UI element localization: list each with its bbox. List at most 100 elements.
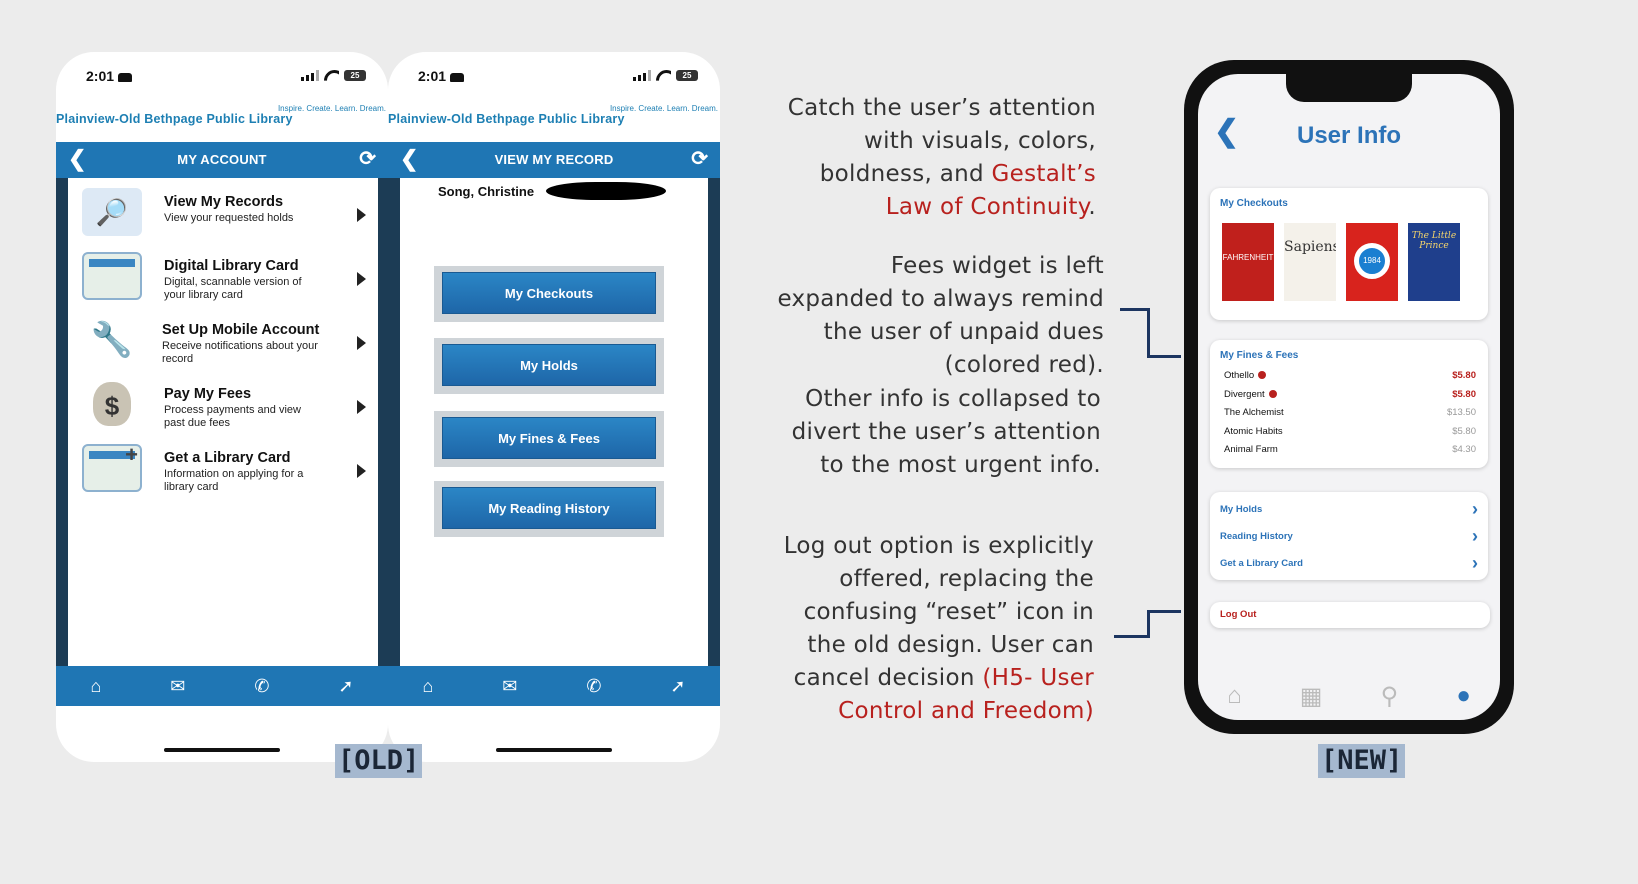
add-card-icon: + xyxy=(82,442,142,492)
checkouts-title: My Checkouts xyxy=(1220,198,1288,209)
cursor-icon[interactable]: ➚ xyxy=(670,676,685,697)
home-icon[interactable]: ⌂ xyxy=(90,676,101,697)
page-title: VIEW MY RECORD xyxy=(494,152,614,167)
logout-label: Log Out xyxy=(1220,609,1257,620)
menu-item-view-records[interactable]: 🔎 View My Records View your requested hol… xyxy=(68,188,378,252)
fines-title: My Fines & Fees xyxy=(1220,350,1299,361)
old-label: [OLD] xyxy=(335,744,423,778)
menu-item-subtitle: Receive notifications about your record xyxy=(162,340,318,365)
fine-row[interactable]: The Alchemist $13.50 xyxy=(1210,404,1488,423)
patron-name: Song, Christine xyxy=(438,184,535,199)
calendar-icon[interactable]: ▦ xyxy=(1300,682,1323,711)
checkouts-card[interactable]: My Checkouts FAHRENHEIT Sapiens 1984 The… xyxy=(1210,188,1488,320)
book-cover[interactable]: Sapiens xyxy=(1284,223,1336,301)
status-bar: 2:01 25 xyxy=(56,66,388,88)
my-checkouts-button[interactable]: My Checkouts xyxy=(442,272,656,314)
book-cover[interactable]: 1984 xyxy=(1346,223,1398,301)
connector-fees-top xyxy=(1120,308,1150,358)
status-time: 2:01 xyxy=(86,68,133,84)
menu-item-get-card[interactable]: + Get a Library Card Information on apply… xyxy=(68,442,378,508)
new-label: [NEW] xyxy=(1318,744,1406,778)
chevron-right-icon xyxy=(357,208,366,222)
book-cover-fahrenheit: FAHRENHEIT xyxy=(1222,223,1274,301)
fine-row[interactable]: Divergent $5.80 xyxy=(1210,386,1488,405)
chevron-right-icon xyxy=(357,336,366,350)
wifi-icon xyxy=(324,70,339,81)
annotation-logout: Log out option is explicitly offered, re… xyxy=(783,533,1094,724)
my-holds-link[interactable]: My Holds › xyxy=(1210,496,1488,523)
chevron-right-icon xyxy=(357,464,366,478)
my-holds-button[interactable]: My Holds xyxy=(442,344,656,386)
annotation-collapsed: Other info is collapsed to divert the us… xyxy=(791,386,1101,478)
annotation-fees: Fees widget is left expanded to always r… xyxy=(777,253,1104,378)
fine-row[interactable]: Atomic Habits $5.80 xyxy=(1210,423,1488,442)
phone-notch xyxy=(1286,74,1412,102)
old-view-record-screen: 2:01 25 Plainview-Old Bethpage Public Li… xyxy=(388,52,720,762)
reading-history-button-frame: My Reading History xyxy=(434,481,664,537)
library-banner: Plainview-Old Bethpage Public Library In… xyxy=(388,104,720,144)
chevron-right-icon: › xyxy=(1472,553,1478,573)
my-holds-button-frame: My Holds xyxy=(434,338,664,394)
overdue-dot-icon xyxy=(1258,371,1267,380)
menu-item-subtitle: View your requested holds xyxy=(164,212,294,224)
menu-item-subtitle: Digital, scannable version of your libra… xyxy=(164,276,302,301)
page-title: User Info xyxy=(1296,122,1401,149)
cursor-icon[interactable]: ➚ xyxy=(338,676,353,697)
home-icon[interactable]: ⌂ xyxy=(422,676,433,697)
connector-logout-bottom xyxy=(1114,610,1150,638)
page-title: MY ACCOUNT xyxy=(177,152,267,167)
battery-icon: 25 xyxy=(676,70,698,81)
book-cover[interactable]: The Little Prince xyxy=(1408,223,1460,301)
phone-icon[interactable]: ✆ xyxy=(254,676,269,697)
get-library-card-link[interactable]: Get a Library Card › xyxy=(1210,550,1488,577)
mail-icon[interactable]: ✉ xyxy=(170,676,185,697)
fine-amount: $5.80 xyxy=(1452,388,1476,400)
fines-card[interactable]: My Fines & Fees Othello $5.80 Divergent $5… xyxy=(1210,340,1488,468)
tools-icon: 🔧 xyxy=(90,321,134,359)
menu-item-title: Get a Library Card xyxy=(164,450,291,466)
menu-item-mobile-account[interactable]: 🔧 Set Up Mobile Account Receive notificat… xyxy=(68,316,378,380)
fine-amount: $4.30 xyxy=(1452,444,1476,455)
reading-history-button[interactable]: My Reading History xyxy=(442,487,656,529)
signal-icon xyxy=(301,70,319,81)
reset-icon[interactable]: ⟳ xyxy=(359,148,376,170)
profile-icon[interactable]: ● xyxy=(1456,682,1471,710)
fine-amount: $5.80 xyxy=(1452,425,1476,437)
connector-fees-bottom xyxy=(1147,355,1181,358)
book-cover-sapiens: Sapiens xyxy=(1284,239,1336,255)
fine-amount: $13.50 xyxy=(1446,407,1476,418)
mail-icon[interactable]: ✉ xyxy=(502,676,517,697)
menu-item-title: Set Up Mobile Account xyxy=(162,322,320,338)
library-motto: Inspire. Create. Learn. Dream. xyxy=(609,104,718,113)
phone-icon[interactable]: ✆ xyxy=(586,676,601,697)
library-card-icon xyxy=(82,252,142,300)
magnifier-books-icon: 🔎 xyxy=(82,188,142,236)
fine-row[interactable]: Othello $5.80 xyxy=(1210,367,1488,386)
reading-history-link[interactable]: Reading History › xyxy=(1210,523,1488,550)
fine-row[interactable]: Animal Farm $4.30 xyxy=(1210,441,1488,460)
links-card: My Holds › Reading History › Get a Library… xyxy=(1210,492,1488,580)
tab-bar: ⌂ ✉ ✆ ➚ xyxy=(388,666,720,706)
car-icon xyxy=(450,72,465,82)
overdue-dot-icon xyxy=(1268,389,1277,398)
chevron-right-icon xyxy=(357,400,366,414)
library-banner: Plainview-Old Bethpage Public Library In… xyxy=(56,104,388,144)
library-motto: Inspire. Create. Learn. Dream. xyxy=(277,104,386,113)
old-my-account-screen: 2:01 25 Plainview-Old Bethpage Public Li… xyxy=(56,52,388,762)
status-bar: 2:01 25 xyxy=(388,66,720,88)
tab-bar: ⌂ ✉ ✆ ➚ xyxy=(56,666,388,706)
menu-item-title: Digital Library Card xyxy=(164,258,299,274)
search-icon[interactable]: ⚲ xyxy=(1381,682,1399,711)
menu-item-digital-card[interactable]: Digital Library Card Digital, scannable v… xyxy=(68,252,378,316)
my-checkouts-button-frame: My Checkouts xyxy=(434,266,664,322)
book-cover[interactable]: FAHRENHEIT xyxy=(1222,223,1274,301)
home-icon[interactable]: ⌂ xyxy=(1227,682,1242,710)
menu-item-pay-fees[interactable]: $ Pay My Fees Process payments and view p… xyxy=(68,380,378,444)
menu-item-title: Pay My Fees xyxy=(164,386,252,402)
logout-button[interactable]: Log Out xyxy=(1210,602,1490,628)
menu-item-subtitle: Process payments and view past due fees xyxy=(164,404,301,429)
car-icon xyxy=(118,72,133,82)
connector-logout-top xyxy=(1147,610,1181,613)
my-fines-button[interactable]: My Fines & Fees xyxy=(442,417,656,459)
reset-icon[interactable]: ⟳ xyxy=(691,148,708,170)
